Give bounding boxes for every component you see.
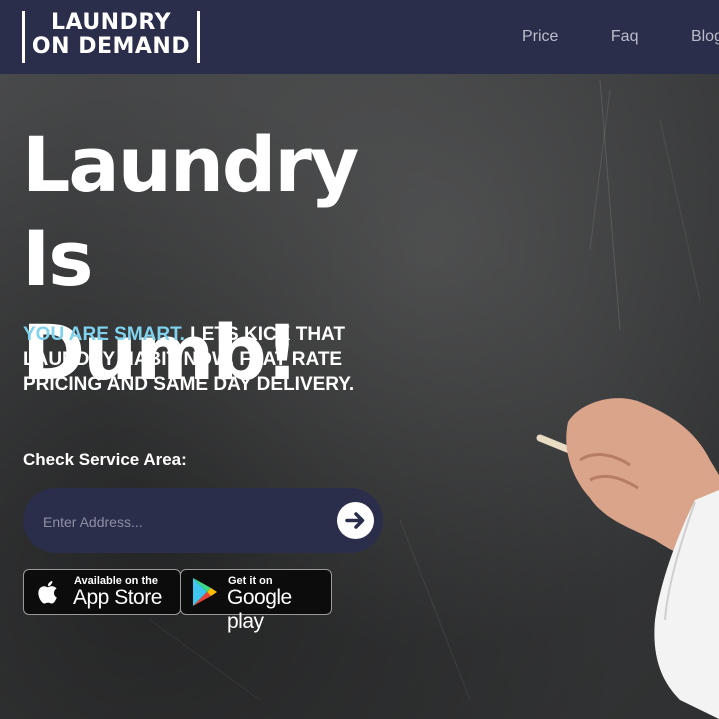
nav-link-blog[interactable]: Blog bbox=[691, 28, 719, 45]
google-play-badge[interactable]: Get it on Google play bbox=[180, 569, 332, 633]
headline-line-1: Laundry Is bbox=[22, 120, 359, 303]
logo-line-1: LAUNDRY bbox=[50, 10, 172, 35]
app-store-big-text: App Store bbox=[73, 586, 162, 609]
hand-holding-chalk-illustration bbox=[536, 398, 719, 719]
google-play-icon bbox=[193, 578, 217, 606]
nav-links: Price Faq Blog bbox=[522, 28, 719, 46]
top-navigation-bar: LAUNDRY ON DEMAND Price Faq Blog bbox=[0, 0, 719, 74]
tagline-accent: YOU ARE SMART. bbox=[23, 324, 185, 345]
google-play-big-text: Google play bbox=[227, 586, 292, 633]
service-area-label: Check Service Area: bbox=[23, 450, 187, 469]
app-store-badge[interactable]: Available on the App Store bbox=[23, 569, 181, 615]
nav-link-faq[interactable]: Faq bbox=[611, 28, 639, 45]
brand-logo[interactable]: LAUNDRY ON DEMAND bbox=[22, 11, 200, 63]
hero-tagline: YOU ARE SMART. LETS KICK THAT LAUNDRY HA… bbox=[23, 322, 403, 397]
nav-link-price[interactable]: Price bbox=[522, 28, 558, 45]
arrow-right-circle-icon bbox=[345, 512, 365, 529]
address-search-box bbox=[23, 488, 383, 553]
logo-line-2: ON DEMAND bbox=[31, 34, 191, 59]
address-input[interactable] bbox=[41, 508, 315, 536]
submit-address-button[interactable] bbox=[337, 502, 374, 539]
apple-icon bbox=[38, 581, 57, 604]
